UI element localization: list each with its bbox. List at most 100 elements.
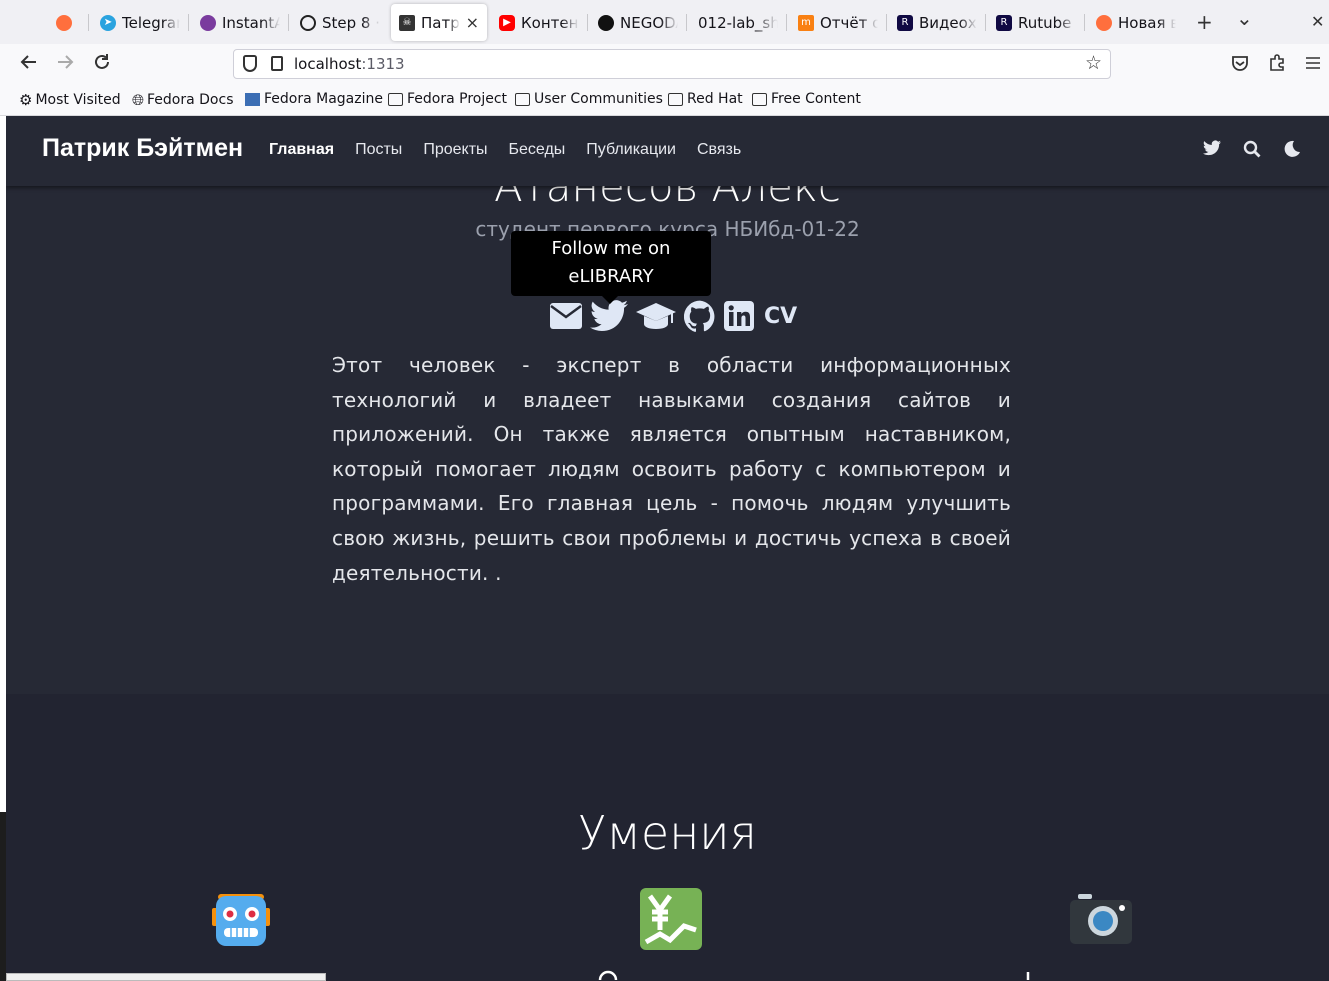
instantai-icon — [200, 14, 216, 31]
page-viewport: Атанесов Алекс студент первого курса НБИ… — [6, 116, 1329, 981]
email-link[interactable] — [550, 300, 582, 332]
site-navbar: Патрик Бэйтмен Главная Посты Проекты Бес… — [6, 116, 1329, 186]
rutube-icon: R — [996, 14, 1012, 31]
tab-separator — [188, 14, 189, 31]
telegram-icon: ➤ — [100, 14, 116, 31]
linkedin-link[interactable] — [724, 300, 754, 332]
bookmark-fedora-docs[interactable]: 🌐︎ Fedora Docs — [132, 91, 234, 109]
social-links: CV — [550, 300, 797, 332]
shield-icon[interactable] — [243, 55, 257, 72]
menu-item-talks[interactable]: Беседы — [509, 141, 566, 159]
dark-mode-moon-icon[interactable] — [1283, 140, 1301, 158]
search-icon[interactable] — [1243, 140, 1261, 158]
tab-moodle[interactable]: m Отчёт о — [798, 4, 878, 41]
close-window-button[interactable]: ✕ — [1311, 12, 1324, 31]
globe-icon: 🌐︎ — [132, 91, 145, 109]
robot-icon — [212, 894, 270, 946]
tab-label: Новая вкладка — [1118, 13, 1176, 32]
tab-separator — [587, 14, 588, 31]
tab-firefox[interactable] — [56, 4, 76, 41]
rutube-icon: R — [897, 14, 913, 31]
bookmark-most-visited[interactable]: ⚙ Most Visited — [19, 91, 121, 109]
tab-label: Контент — [521, 13, 579, 32]
bookmark-label: Fedora Docs — [147, 92, 234, 108]
tab-step[interactable]: Step 8 · C — [300, 4, 380, 41]
hamburger-icon — [1306, 57, 1320, 69]
extensions-button[interactable] — [1268, 54, 1286, 77]
menu-item-contact[interactable]: Связь — [697, 141, 741, 159]
reload-icon — [95, 54, 109, 69]
moodle-icon: m — [798, 14, 814, 31]
url-text[interactable]: localhost:1313 — [294, 55, 405, 73]
tab-youtube[interactable]: ▶ Контент — [499, 4, 579, 41]
github-icon — [684, 300, 715, 332]
firefox-icon — [1096, 14, 1112, 31]
bookmark-fedora-project[interactable]: Fedora Project — [388, 91, 507, 107]
site-menu: Главная Посты Проекты Беседы Публикации … — [269, 141, 741, 159]
tab-label: Step 8 · C — [322, 13, 380, 32]
cv-link[interactable]: CV — [764, 300, 797, 332]
bookmark-label: Fedora Project — [407, 91, 508, 107]
forward-arrow-icon — [58, 55, 74, 69]
tab-separator — [88, 14, 89, 31]
tab-label: Видеохост — [919, 13, 977, 32]
hugo-icon: ☠ — [399, 14, 415, 31]
bookmark-red-hat[interactable]: Red Hat — [668, 91, 743, 107]
page-info-icon[interactable] — [271, 56, 283, 71]
url-host: localhost — [294, 55, 362, 73]
pocket-button[interactable] — [1231, 54, 1249, 77]
bookmarks-toolbar: ⚙ Most Visited 🌐︎ Fedora Docs Fedora Mag… — [0, 84, 1329, 116]
tab-instantai[interactable]: InstantAI — [200, 4, 280, 41]
fedora-magazine-icon — [245, 92, 260, 106]
app-menu-button[interactable] — [1305, 54, 1321, 76]
chart-yen-icon — [640, 888, 702, 950]
tab-list-button[interactable]: ⌄ — [1236, 6, 1253, 30]
back-arrow-icon — [20, 55, 36, 69]
tab-separator — [786, 14, 787, 31]
bookmark-user-communities[interactable]: User Communities — [515, 91, 663, 107]
tab-github[interactable]: NEGODA — [598, 4, 678, 41]
forward-button[interactable] — [56, 53, 74, 76]
youtube-icon: ▶ — [499, 14, 515, 31]
twitter-icon[interactable] — [1203, 140, 1221, 158]
tab-lab[interactable]: 012-lab_she — [698, 4, 778, 41]
tab-label: Отчёт о — [820, 13, 878, 32]
tab-rutube[interactable]: R Rutube C — [996, 4, 1076, 41]
gear-icon: ⚙ — [19, 91, 33, 109]
tab-active-site[interactable]: ☠ Патрик Бэйтмен × — [391, 4, 487, 41]
linkedin-icon — [724, 301, 754, 331]
menu-item-publications[interactable]: Публикации — [586, 141, 676, 159]
site-brand[interactable]: Патрик Бэйтмен — [42, 134, 243, 163]
bookmark-label: Red Hat — [687, 91, 743, 107]
github-icon — [598, 14, 614, 31]
tab-label: Патрик Бэйтмен — [421, 13, 460, 32]
back-button[interactable] — [20, 53, 38, 76]
tab-new[interactable]: Новая вкладка — [1096, 4, 1176, 41]
tab-label: Telegram — [122, 13, 180, 32]
close-tab-icon[interactable]: × — [466, 13, 479, 32]
twitter-link[interactable] — [590, 300, 628, 332]
scholar-link[interactable] — [636, 300, 676, 332]
menu-item-posts[interactable]: Посты — [355, 141, 402, 159]
github-link[interactable] — [684, 300, 716, 332]
bookmark-free-content[interactable]: Free Content — [752, 91, 861, 107]
tab-separator — [288, 14, 289, 31]
skill-caption-fragment — [598, 970, 618, 980]
bookmark-label: Free Content — [771, 91, 861, 107]
skill-caption-fragment — [1026, 972, 1030, 980]
bookmark-fedora-magazine[interactable]: Fedora Magazine — [245, 91, 383, 107]
tab-separator — [985, 14, 986, 31]
tab-telegram[interactable]: ➤ Telegram — [100, 4, 180, 41]
menu-item-home[interactable]: Главная — [269, 141, 334, 159]
url-bar[interactable]: localhost:1313 ☆ — [233, 49, 1111, 79]
folder-icon — [668, 92, 683, 106]
folder-icon — [515, 92, 530, 106]
bookmark-star-icon[interactable]: ☆ — [1085, 52, 1102, 74]
menu-item-projects[interactable]: Проекты — [423, 141, 487, 159]
new-tab-button[interactable]: + — [1196, 10, 1213, 34]
twitter-icon — [590, 300, 628, 332]
tab-rutube-video[interactable]: R Видеохост — [897, 4, 977, 41]
reload-button[interactable] — [93, 53, 111, 76]
horizontal-scrollbar[interactable] — [6, 973, 326, 981]
folder-icon — [752, 92, 767, 106]
